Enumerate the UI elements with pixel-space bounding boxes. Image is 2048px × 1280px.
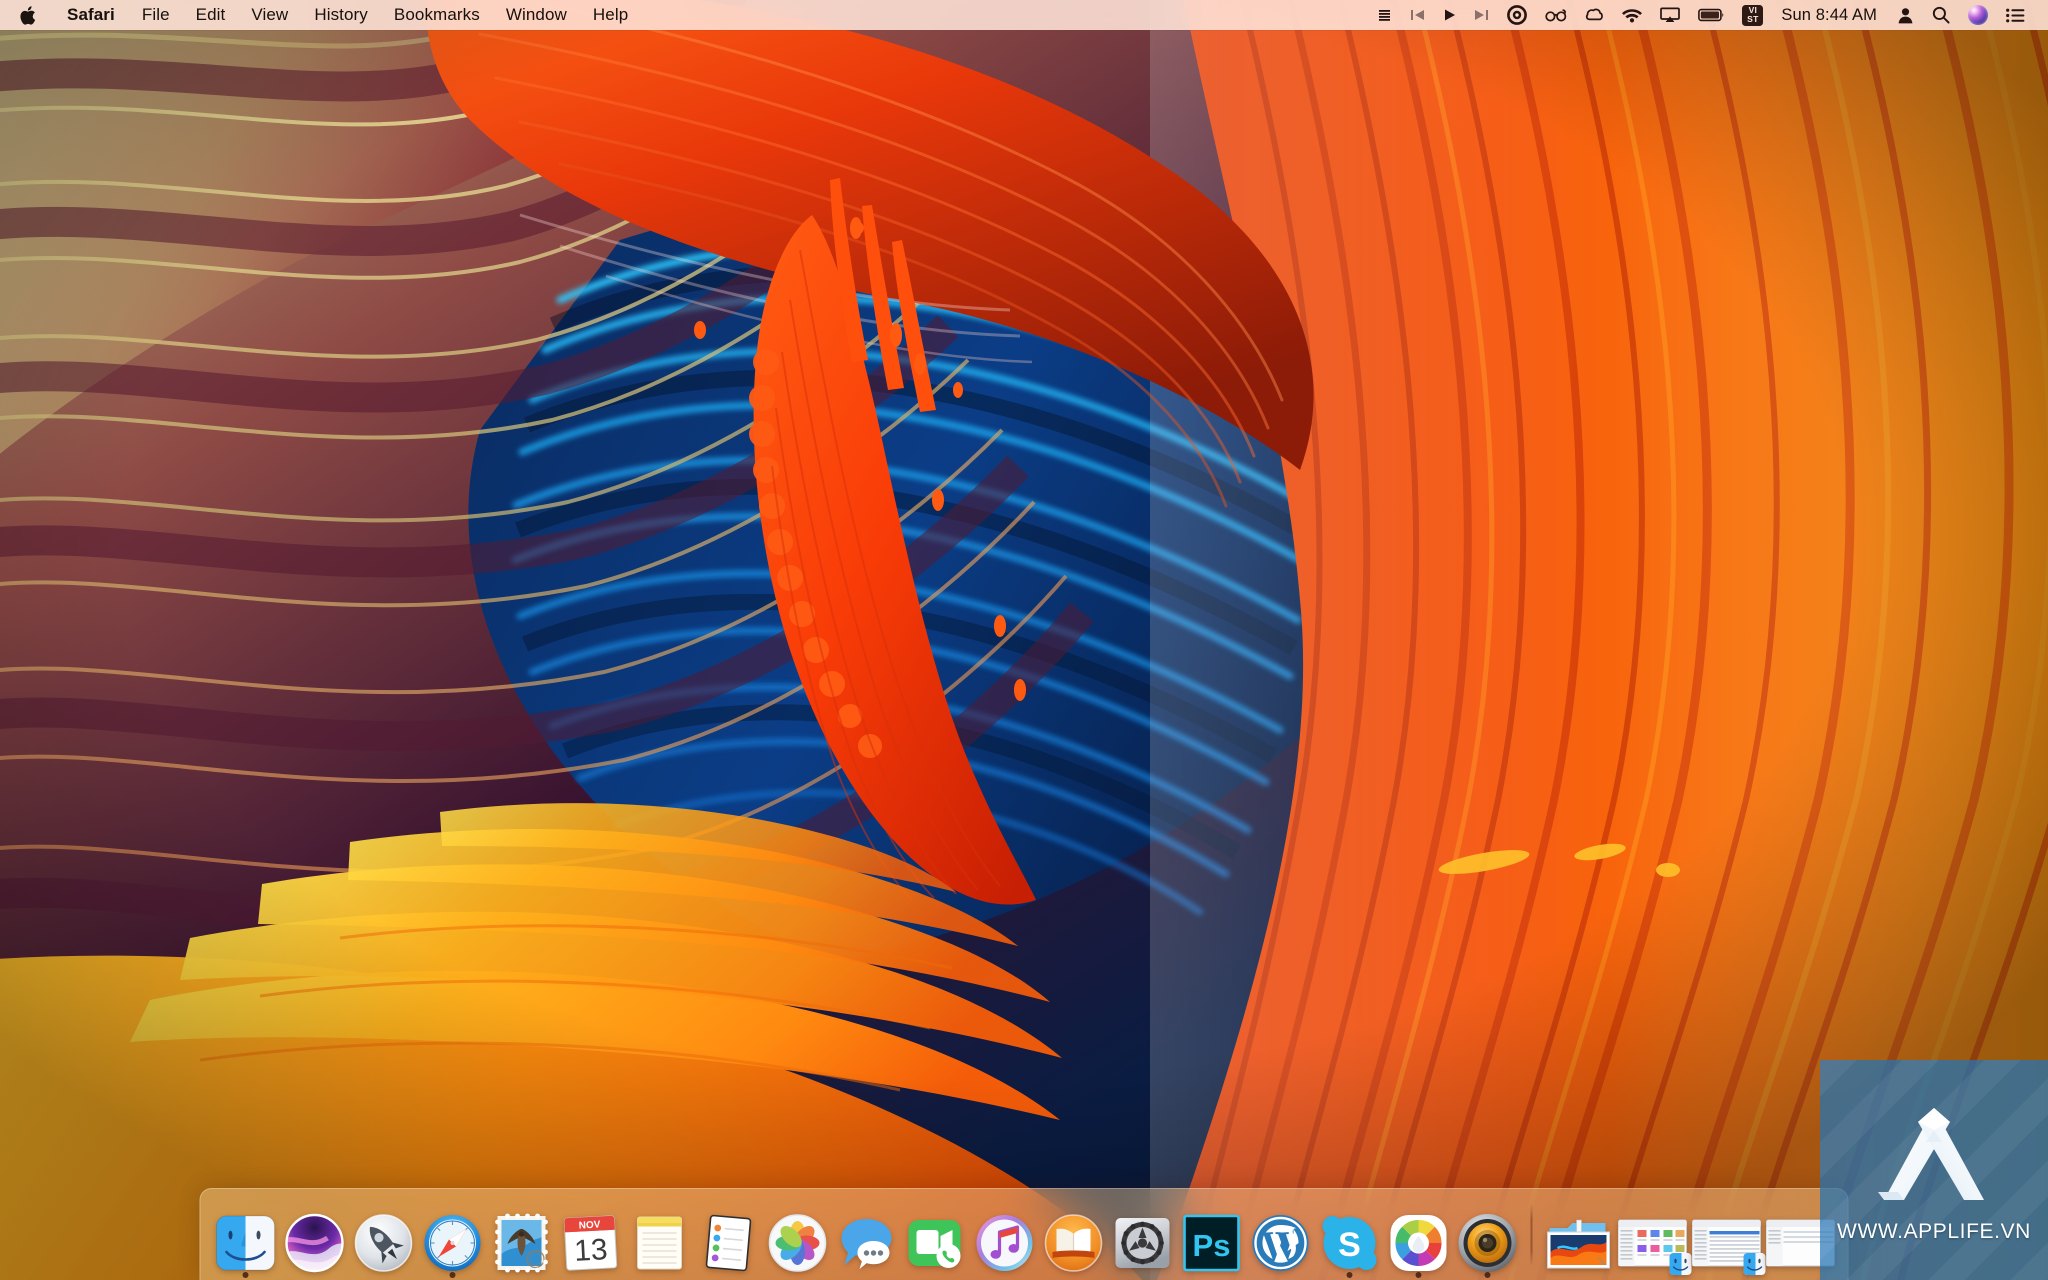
previous-track-icon[interactable]: [1401, 0, 1434, 30]
siri-icon[interactable]: [1959, 0, 1997, 30]
disc-icon[interactable]: [1498, 0, 1536, 30]
speaker-icon: [1456, 1212, 1518, 1274]
menu-bar: Safari File Edit View History Bookmarks …: [0, 0, 2048, 30]
battery-icon[interactable]: [1689, 0, 1733, 30]
input-method-indicator[interactable]: VI ST: [1733, 0, 1772, 30]
siri-icon: [283, 1212, 345, 1274]
dock-item-finder[interactable]: [211, 1194, 280, 1280]
mail-icon: [490, 1212, 552, 1274]
dock-item-safari[interactable]: [418, 1194, 487, 1280]
dock-item-calendar[interactable]: NOV 13: [556, 1194, 625, 1280]
facetime-icon: [904, 1212, 966, 1274]
dock-item-messages[interactable]: [832, 1194, 901, 1280]
dock-minimized-preview-window[interactable]: [1542, 1194, 1616, 1280]
notification-center-icon[interactable]: [1997, 0, 2034, 30]
dock-separator: [1531, 1204, 1533, 1266]
user-account-icon[interactable]: [1888, 0, 1923, 30]
dock-item-wordpress[interactable]: [1246, 1194, 1315, 1280]
menu-bar-status-area: VI ST Sun 8:44 AM: [1368, 0, 2048, 30]
dock-item-itunes[interactable]: [970, 1194, 1039, 1280]
applife-triangle-logo: [1864, 1096, 2004, 1216]
wifi-icon[interactable]: [1613, 0, 1651, 30]
calendar-day: 13: [573, 1233, 608, 1268]
watermark-overlay: WWW.APPLIFE.VN: [1820, 1060, 2048, 1280]
dock-item-audio-speaker-app[interactable]: [1453, 1194, 1522, 1280]
reminders-icon: [697, 1212, 759, 1274]
dock-item-mail[interactable]: [487, 1194, 556, 1280]
system-preferences-icon: [1111, 1212, 1173, 1274]
dock-minimized-finder-window-1[interactable]: [1616, 1194, 1690, 1280]
menu-item-history[interactable]: History: [301, 0, 381, 30]
dock-item-ibooks[interactable]: [1039, 1194, 1108, 1280]
finder-icon: [214, 1212, 276, 1274]
launchpad-icon: [352, 1212, 414, 1274]
menu-item-help[interactable]: Help: [580, 0, 641, 30]
menu-item-edit[interactable]: Edit: [183, 0, 239, 30]
desktop-wallpaper: [0, 0, 2048, 1280]
finder-window-thumbnail: [1618, 1218, 1688, 1270]
dock-item-siri[interactable]: [280, 1194, 349, 1280]
dock-item-facetime[interactable]: [901, 1194, 970, 1280]
wordpress-icon: [1249, 1212, 1311, 1274]
airplay-icon[interactable]: [1651, 0, 1689, 30]
dock-minimized-finder-window-2[interactable]: [1690, 1194, 1764, 1280]
color-wheel-icon: [1387, 1212, 1449, 1274]
spotlight-search-icon[interactable]: [1923, 0, 1959, 30]
safari-icon: [421, 1212, 483, 1274]
glasses-icon[interactable]: [1536, 0, 1576, 30]
photos-icon: [766, 1212, 828, 1274]
finder-badge-icon: [1669, 1252, 1693, 1276]
ibooks-icon: [1042, 1212, 1104, 1274]
dock-item-color-wheel-app[interactable]: [1384, 1194, 1453, 1280]
running-indicator: [1346, 1272, 1352, 1278]
calendar-icon: NOV 13: [559, 1212, 621, 1274]
play-icon[interactable]: [1434, 0, 1465, 30]
preview-window-thumbnail: [1544, 1218, 1614, 1270]
menu-item-view[interactable]: View: [238, 0, 301, 30]
running-indicator: [242, 1272, 248, 1278]
skype-glyph: S: [1338, 1226, 1361, 1264]
running-indicator: [1484, 1272, 1490, 1278]
apple-logo-icon[interactable]: [0, 0, 53, 30]
dock-item-reminders[interactable]: [694, 1194, 763, 1280]
menu-item-window[interactable]: Window: [493, 0, 580, 30]
finder-badge-icon: [1743, 1252, 1767, 1276]
dock-item-photos[interactable]: [763, 1194, 832, 1280]
watermark-url: WWW.APPLIFE.VN: [1837, 1220, 2031, 1244]
notes-icon: [628, 1212, 690, 1274]
dock-item-system-preferences[interactable]: [1108, 1194, 1177, 1280]
next-track-icon[interactable]: [1465, 0, 1498, 30]
menu-app-name[interactable]: Safari: [53, 0, 129, 30]
finder-window-thumbnail: [1692, 1218, 1762, 1270]
calendar-month: NOV: [578, 1219, 601, 1231]
running-indicator: [449, 1272, 455, 1278]
photoshop-glyph: Ps: [1192, 1228, 1230, 1263]
ime-line-2: ST: [1747, 15, 1758, 24]
itunes-icon: [973, 1212, 1035, 1274]
dock-item-launchpad[interactable]: [349, 1194, 418, 1280]
skype-icon: S: [1318, 1212, 1380, 1274]
cloud-icon[interactable]: [1576, 0, 1613, 30]
menu-item-file[interactable]: File: [129, 0, 183, 30]
menu-bar-left: Safari File Edit View History Bookmarks …: [0, 0, 641, 30]
messages-icon: [835, 1212, 897, 1274]
menu-bar-clock[interactable]: Sun 8:44 AM: [1772, 0, 1888, 30]
playlist-icon[interactable]: [1368, 0, 1401, 30]
dock-item-skype[interactable]: S: [1315, 1194, 1384, 1280]
running-indicator: [1415, 1272, 1421, 1278]
menu-item-bookmarks[interactable]: Bookmarks: [381, 0, 493, 30]
dock: NOV 13: [200, 1188, 1849, 1280]
dock-item-photoshop[interactable]: Ps: [1177, 1194, 1246, 1280]
dock-item-notes[interactable]: [625, 1194, 694, 1280]
photoshop-icon: Ps: [1180, 1212, 1242, 1274]
